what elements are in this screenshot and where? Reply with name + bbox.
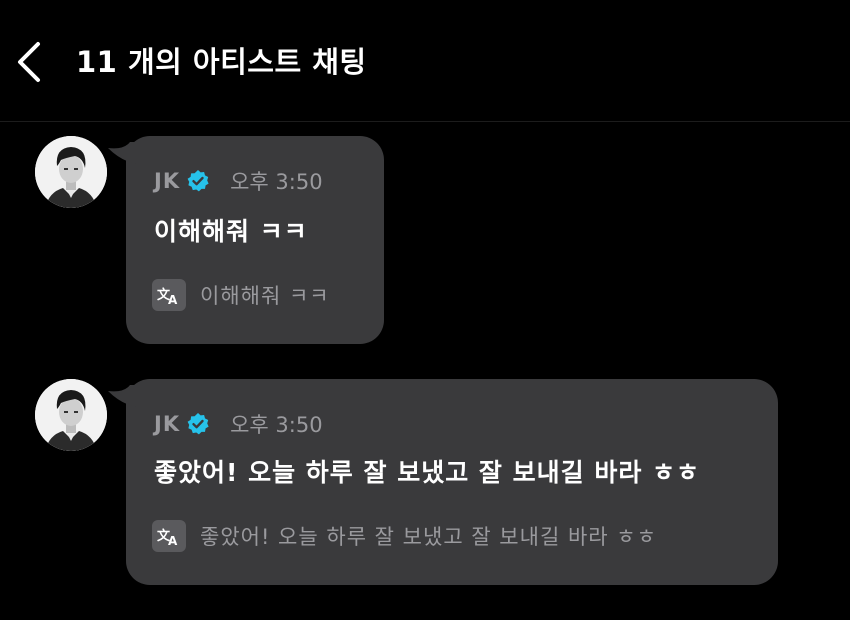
message-timestamp: 오후 3:50 (230, 170, 323, 194)
message-meta: JK 오후 3:50 (154, 166, 323, 196)
message-text: 이해해줘 ㅋㅋ (154, 217, 308, 246)
artist-portrait-icon (35, 379, 107, 451)
translation-line: 文 A 좋았어! 오늘 하루 잘 보냈고 잘 보내길 바라 ㅎㅎ (152, 519, 657, 553)
page-title: 11 개의 아티스트 채팅 (76, 45, 367, 79)
avatar[interactable] (35, 136, 107, 208)
verified-badge-icon (186, 412, 210, 436)
translation-line: 文 A 이해해줘 ㅋㅋ (152, 278, 330, 312)
message-timestamp: 오후 3:50 (230, 413, 323, 437)
bubble-tail (108, 142, 138, 164)
avatar[interactable] (35, 379, 107, 451)
sender-name: JK (154, 169, 181, 193)
message-row: JK 오후 3:50 좋았어! 오늘 하루 잘 보냈고 잘 보내길 바라 ㅎㅎ … (0, 379, 850, 585)
translation-text: 이해해줘 ㅋㅋ (200, 284, 330, 308)
back-button[interactable] (8, 36, 52, 88)
chevron-left-icon (18, 42, 40, 82)
message-row: JK 오후 3:50 이해해줘 ㅋㅋ 文 A 이해해줘 ㅋㅋ (0, 136, 850, 344)
sender-name: JK (154, 412, 181, 436)
translate-icon[interactable]: 文 A (152, 279, 186, 311)
message-bubble[interactable]: JK 오후 3:50 이해해줘 ㅋㅋ 文 A 이해해줘 ㅋㅋ (108, 136, 384, 344)
svg-text:A: A (168, 293, 178, 306)
verified-badge-icon (186, 169, 210, 193)
svg-text:A: A (168, 534, 178, 547)
message-text: 좋았어! 오늘 하루 잘 보냈고 잘 보내길 바라 ㅎㅎ (154, 458, 701, 487)
translate-icon[interactable]: 文 A (152, 520, 186, 552)
translation-text: 좋았어! 오늘 하루 잘 보냈고 잘 보내길 바라 ㅎㅎ (200, 525, 657, 549)
message-meta: JK 오후 3:50 (154, 409, 323, 439)
artist-portrait-icon (35, 136, 107, 208)
chat-header: 11 개의 아티스트 채팅 (0, 0, 850, 122)
bubble-tail (108, 385, 138, 407)
message-bubble[interactable]: JK 오후 3:50 좋았어! 오늘 하루 잘 보냈고 잘 보내길 바라 ㅎㅎ … (108, 379, 778, 585)
